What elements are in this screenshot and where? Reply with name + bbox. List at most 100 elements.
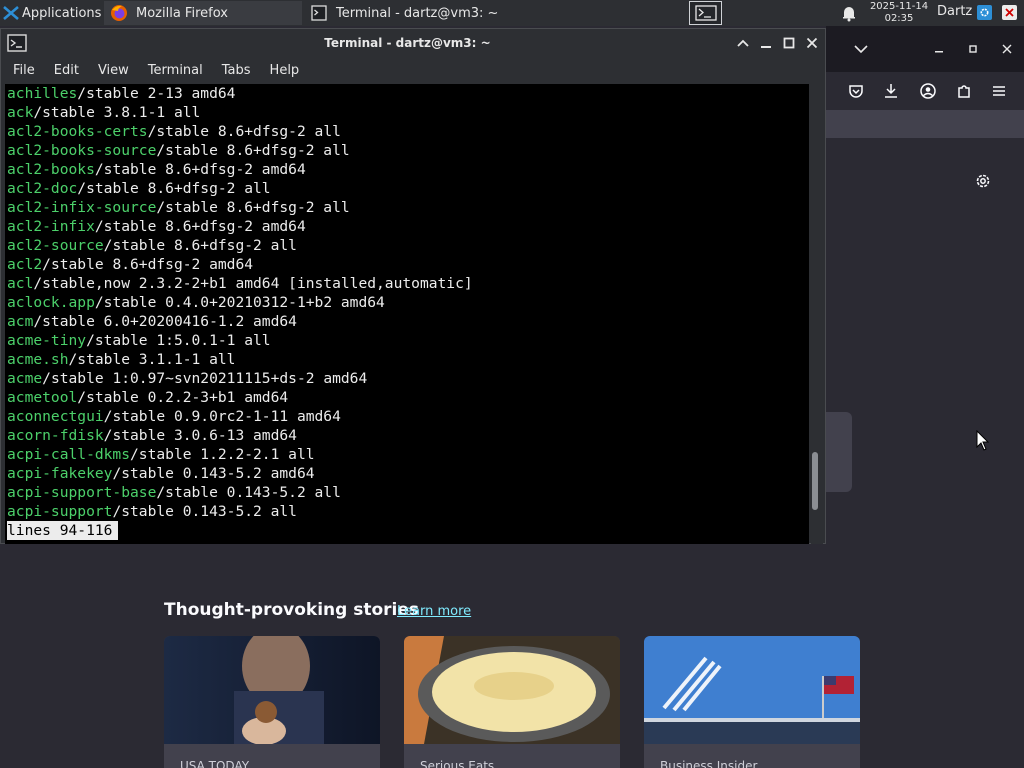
- package-details: /stable 8.6+dfsg-2 all: [156, 199, 350, 216]
- terminal-window: Terminal - dartz@vm3: ~ File Edit View T…: [0, 28, 826, 544]
- terminal-icon: [310, 4, 328, 22]
- terminal-line: aclock.app/stable 0.4.0+20210312-1+b2 am…: [7, 293, 473, 312]
- story-source: Business Insider: [660, 759, 758, 768]
- terminal-line: acme-tiny/stable 1:5.0.1-1 all: [7, 331, 473, 350]
- clock-time: 02:35: [884, 13, 914, 24]
- terminal-line: acpi-call-dkms/stable 1.2.2-2.1 all: [7, 445, 473, 464]
- terminal-icon: [694, 5, 717, 21]
- package-details: /stable 1:5.0.1-1 all: [86, 332, 271, 349]
- taskbar-firefox[interactable]: Mozilla Firefox: [104, 1, 302, 25]
- terminal-line: acl2-books-certs/stable 8.6+dfsg-2 all: [7, 122, 473, 141]
- package-name: ack: [7, 104, 34, 121]
- terminal-line: acpi-fakekey/stable 0.143-5.2 amd64: [7, 464, 473, 483]
- package-name: achilles: [7, 85, 78, 102]
- pocket-icon[interactable]: [847, 82, 865, 100]
- package-name: acm: [7, 313, 34, 330]
- package-name: acl2-books-source: [7, 142, 157, 159]
- menu-tabs[interactable]: Tabs: [216, 59, 257, 83]
- scrollbar-thumb[interactable]: [812, 452, 818, 510]
- terminal-line: acl2-doc/stable 8.6+dfsg-2 all: [7, 179, 473, 198]
- package-name: acmetool: [7, 389, 78, 406]
- downloads-icon[interactable]: [882, 82, 900, 100]
- story-source: Serious Eats: [420, 759, 495, 768]
- package-details: /stable 0.143-5.2 amd64: [112, 465, 315, 482]
- package-details: /stable 8.6+dfsg-2 all: [103, 237, 297, 254]
- menu-file[interactable]: File: [7, 59, 41, 83]
- logout-icon[interactable]: [1002, 5, 1017, 20]
- side-panel-tab[interactable]: [826, 412, 852, 492]
- menu-edit[interactable]: Edit: [48, 59, 85, 83]
- package-name: acme-tiny: [7, 332, 87, 349]
- package-details: /stable 8.6+dfsg-2 all: [77, 180, 271, 197]
- firefox-bookmarks-bar: [826, 110, 1024, 138]
- maximize-icon[interactable]: [964, 40, 982, 58]
- applications-label: Applications: [22, 5, 102, 21]
- package-details: /stable 8.6+dfsg-2 all: [147, 123, 341, 140]
- close-icon[interactable]: [804, 35, 820, 51]
- package-name: acpi-fakekey: [7, 465, 113, 482]
- menu-view[interactable]: View: [92, 59, 135, 83]
- story-card[interactable]: USA TODAY: [164, 636, 380, 768]
- top-panel: Applications Mozilla Firefox Terminal - …: [0, 0, 1024, 26]
- story-card[interactable]: Business Insider: [644, 636, 860, 768]
- terminal-line: acorn-fdisk/stable 3.0.6-13 amd64: [7, 426, 473, 445]
- package-name: acpi-support: [7, 503, 113, 520]
- terminal-launcher-button[interactable]: [689, 1, 722, 25]
- package-details: /stable 3.8.1-1 all: [33, 104, 201, 121]
- terminal-line: acm/stable 6.0+20200416-1.2 amd64: [7, 312, 473, 331]
- terminal-line: acl/stable,now 2.3.2-2+b1 amd64 [install…: [7, 274, 473, 293]
- package-name: acl2-doc: [7, 180, 78, 197]
- minimize-icon[interactable]: [758, 35, 774, 51]
- terminal-line: acl2-books-source/stable 8.6+dfsg-2 all: [7, 141, 473, 160]
- mouse-cursor-icon: [976, 430, 990, 451]
- package-name: acl2-books-certs: [7, 123, 148, 140]
- menu-icon[interactable]: [990, 82, 1008, 100]
- minimize-icon[interactable]: [930, 40, 948, 58]
- clock-date: 2025-11-14: [869, 1, 929, 12]
- story-card[interactable]: Serious Eats: [404, 636, 620, 768]
- terminal-line: acpi-support/stable 0.143-5.2 all: [7, 502, 473, 521]
- firefox-icon: [110, 4, 128, 22]
- terminal-line: acl2-infix/stable 8.6+dfsg-2 amd64: [7, 217, 473, 236]
- menu-terminal[interactable]: Terminal: [142, 59, 209, 83]
- menu-help[interactable]: Help: [264, 59, 306, 83]
- package-name: acl2-source: [7, 237, 104, 254]
- package-name: acl2-books: [7, 161, 95, 178]
- applications-menu[interactable]: Applications: [0, 0, 104, 26]
- pager-status: lines 94-116: [7, 521, 119, 540]
- terminal-line: acl2/stable 8.6+dfsg-2 amd64: [7, 255, 473, 274]
- settings-icon[interactable]: [977, 5, 992, 20]
- notification-bell-icon[interactable]: [840, 4, 858, 22]
- package-details: /stable 2-13 amd64: [77, 85, 236, 102]
- terminal-line: acl2-source/stable 8.6+dfsg-2 all: [7, 236, 473, 255]
- package-details: /stable 8.6+dfsg-2 all: [156, 142, 350, 159]
- learn-more-link[interactable]: Learn more: [397, 604, 471, 619]
- shade-icon[interactable]: [735, 35, 751, 51]
- story-image-mashed-potatoes: [404, 636, 620, 744]
- terminal-line: acl2-books/stable 8.6+dfsg-2 amd64: [7, 160, 473, 179]
- package-details: /stable 8.6+dfsg-2 amd64: [94, 218, 306, 235]
- user-menu[interactable]: Dartz: [937, 4, 972, 19]
- clock[interactable]: 2025-11-14 02:35: [866, 1, 932, 25]
- package-details: /stable,now 2.3.2-2+b1 amd64 [installed,…: [33, 275, 473, 292]
- extensions-icon[interactable]: [955, 82, 973, 100]
- firefox-titlebar: [826, 26, 1024, 72]
- stories-heading: Thought-provoking stories: [164, 600, 420, 620]
- maximize-icon[interactable]: [781, 35, 797, 51]
- tab-list-chevron-icon[interactable]: [852, 40, 870, 58]
- package-details: /stable 3.1.1-1 all: [68, 351, 236, 368]
- terminal-titlebar[interactable]: Terminal - dartz@vm3: ~: [1, 29, 825, 57]
- applications-logo-icon: [3, 6, 19, 20]
- close-icon[interactable]: [998, 40, 1016, 58]
- story-image-coin: [164, 636, 380, 745]
- package-details: /stable 1:0.97~svn20211115+ds-2 amd64: [42, 370, 368, 387]
- terminal-line: achilles/stable 2-13 amd64: [7, 84, 473, 103]
- terminal-lines: achilles/stable 2-13 amd64 ack/stable 3.8…: [7, 84, 473, 540]
- package-name: aclock.app: [7, 294, 95, 311]
- package-name: acl2-infix: [7, 218, 95, 235]
- terminal-output[interactable]: achilles/stable 2-13 amd64 ack/stable 3.8…: [5, 84, 809, 544]
- package-details: /stable 1.2.2-2.1 all: [130, 446, 315, 463]
- settings-gear-icon[interactable]: [974, 172, 992, 190]
- taskbar-terminal[interactable]: Terminal - dartz@vm3: ~: [304, 1, 502, 25]
- account-icon[interactable]: [919, 82, 937, 100]
